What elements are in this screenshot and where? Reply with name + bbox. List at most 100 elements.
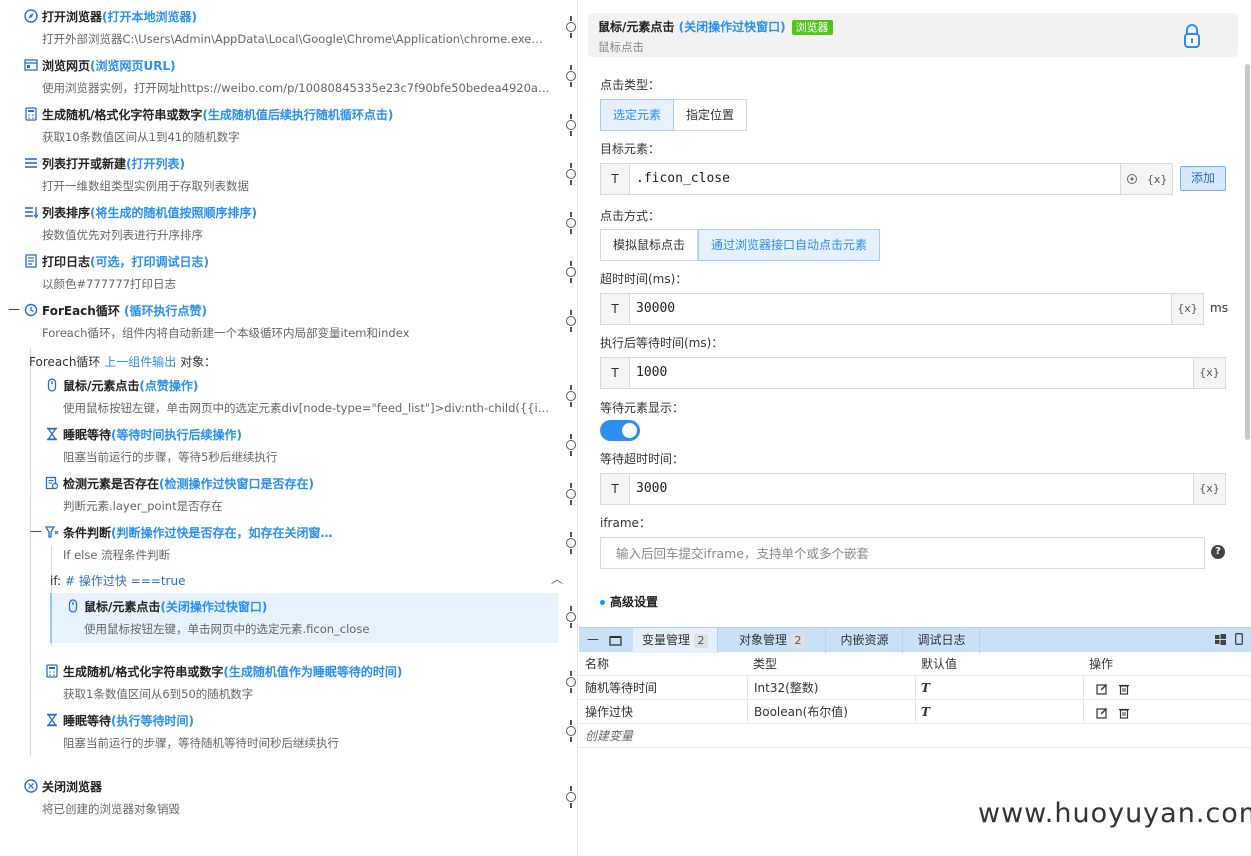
step-title: 睡眠等待(等待时间执行后续操作): [63, 428, 242, 442]
var-default[interactable]: T: [915, 676, 1083, 700]
edit-icon[interactable]: [1096, 707, 1108, 719]
properties-title: 鼠标/元素点击 (关闭操作过快窗口) 浏览器: [598, 18, 833, 35]
step-connector[interactable]: [566, 261, 576, 283]
restore-icon[interactable]: [609, 635, 622, 646]
step-desc: Foreach循环，组件内将自动新建一个本级循环内局部变量item和index: [42, 326, 410, 340]
wait-timeout-field[interactable]: T 3000 {x}: [600, 473, 1226, 505]
timeout-value[interactable]: 30000: [630, 294, 1171, 324]
step-desc: 打开外部浏览器C:\Users\Admin\AppData\Local\Goog…: [42, 32, 547, 46]
table-row[interactable]: 操作过快 Boolean(布尔值) T: [579, 700, 1251, 724]
step-title: 条件判断(判断操作过快是否存在，如存在关闭窗…: [63, 526, 333, 540]
step-connector[interactable]: [566, 483, 576, 505]
collapse-foreach-toggle[interactable]: —: [8, 302, 20, 316]
delete-icon[interactable]: [1118, 707, 1130, 719]
step-desc: 阻塞当前运行的步骤，等待随机等待时间秒后继续执行: [63, 736, 339, 750]
variable-insert-button[interactable]: {x}: [1171, 294, 1203, 324]
iframe-label: iframe：: [600, 516, 651, 530]
properties-header: 鼠标/元素点击 (关闭操作过快窗口) 浏览器 鼠标点击: [588, 13, 1238, 57]
text-type-prefix[interactable]: T: [601, 164, 630, 194]
step-connector[interactable]: [566, 606, 576, 628]
target-element-value[interactable]: .ficon_close: [630, 164, 1120, 194]
step-desc: 打开一维数组类型实例用于存取列表数据: [42, 179, 249, 193]
watermark: www.huoyuyan.com: [978, 798, 1251, 829]
step-desc: 使用鼠标按钮左键，单击网页中的选定元素div[node-type="feed_l…: [63, 401, 553, 415]
step-title: 检测元素是否存在(检测操作过快窗口是否存在): [63, 477, 314, 491]
add-element-button[interactable]: 添加: [1180, 166, 1226, 191]
var-type[interactable]: Int32(整数): [747, 676, 915, 700]
calculator-icon: [46, 664, 58, 678]
foreach-source-link[interactable]: 上一组件输出: [104, 355, 176, 369]
var-name[interactable]: 操作过快: [585, 700, 633, 724]
step-desc: 阻塞当前运行的步骤，等待5秒后继续执行: [63, 450, 278, 464]
table-row[interactable]: 随机等待时间 Int32(整数) T: [579, 676, 1251, 700]
collapse-condition-toggle[interactable]: —: [30, 524, 42, 538]
text-type-prefix[interactable]: T: [601, 474, 630, 504]
step-connector[interactable]: [566, 65, 576, 87]
step-connector[interactable]: [566, 786, 576, 808]
tab-variables[interactable]: 变量管理 2: [633, 628, 718, 653]
timeout-field[interactable]: T 30000 {x}: [600, 293, 1204, 325]
after-wait-field[interactable]: T 1000 {x}: [600, 357, 1226, 389]
compass-icon: [24, 9, 38, 23]
tab-objects[interactable]: 对象管理 2: [719, 628, 826, 653]
create-variable-link[interactable]: 创建变量: [585, 724, 633, 748]
step-connector[interactable]: [566, 385, 576, 407]
tab-embedded-resources[interactable]: 内嵌资源: [827, 628, 903, 653]
crosshair-icon[interactable]: [1126, 173, 1138, 185]
scrollbar[interactable]: [1245, 64, 1250, 440]
var-name[interactable]: 随机等待时间: [585, 676, 657, 700]
step-connector[interactable]: [566, 16, 576, 38]
browser-window-icon: [24, 59, 38, 71]
check-element-icon: [45, 476, 59, 490]
step-title: 生成随机/格式化字符串或数字(生成随机值后续执行随机循环点击): [42, 108, 394, 122]
step-connector[interactable]: [566, 671, 576, 693]
step-connector[interactable]: [566, 310, 576, 332]
windows-icon[interactable]: [1214, 634, 1226, 645]
step-desc: 获取10条数值区间从1到41的随机数字: [42, 130, 240, 144]
text-type-prefix[interactable]: T: [601, 358, 630, 388]
wait-show-toggle[interactable]: [600, 420, 640, 441]
delete-icon[interactable]: [1118, 683, 1130, 695]
step-connector[interactable]: [566, 532, 576, 554]
step-title: 列表排序(将生成的随机值按照顺序排序): [42, 206, 257, 220]
hourglass-icon: [47, 427, 57, 441]
step-desc: 获取1条数值区间从6到50的随机数字: [63, 687, 254, 701]
click-type-selected-element[interactable]: 选定元素: [600, 99, 675, 131]
timeout-unit: ms: [1210, 301, 1228, 315]
help-icon[interactable]: ?: [1211, 545, 1225, 559]
create-variable-row[interactable]: 创建变量: [579, 724, 1251, 748]
click-type-position[interactable]: 指定位置: [674, 99, 748, 131]
mobile-icon[interactable]: [1235, 633, 1243, 645]
variable-insert-button[interactable]: {x}: [1147, 173, 1168, 186]
variable-insert-button[interactable]: {x}: [1193, 474, 1225, 504]
toggle-knob: [622, 423, 637, 438]
minimize-icon[interactable]: —: [587, 632, 599, 646]
if-condition-label: if: # 操作过快 ===true: [50, 574, 186, 588]
chevron-up-icon[interactable]: ︿: [551, 570, 563, 587]
target-element-field[interactable]: T .ficon_close {x}: [600, 163, 1173, 195]
target-element-suffix: {x}: [1120, 164, 1172, 194]
step-connector[interactable]: [566, 434, 576, 456]
edit-icon[interactable]: [1096, 683, 1108, 695]
wait-timeout-value[interactable]: 3000: [630, 474, 1193, 504]
lock-icon[interactable]: [1183, 23, 1201, 49]
mouse-icon: [68, 599, 78, 613]
iframe-field[interactable]: [600, 537, 1205, 569]
tab-debug-log[interactable]: 调试日志: [904, 628, 980, 653]
click-type-label: 点击类型：: [600, 78, 661, 92]
text-type-prefix[interactable]: T: [601, 294, 630, 324]
step-connector[interactable]: [566, 114, 576, 136]
list-icon: [25, 158, 37, 168]
var-default[interactable]: T: [915, 700, 1083, 724]
if-expression-link[interactable]: # 操作过快 ===true: [65, 574, 185, 588]
iframe-input[interactable]: [601, 538, 1204, 568]
step-connector[interactable]: [566, 720, 576, 742]
step-connector[interactable]: [566, 212, 576, 234]
step-connector[interactable]: [566, 163, 576, 185]
variable-insert-button[interactable]: {x}: [1193, 358, 1225, 388]
var-type[interactable]: Boolean(布尔值): [747, 700, 915, 724]
click-method-browser-api[interactable]: 通过浏览器接口自动点击元素: [698, 229, 881, 261]
after-wait-value[interactable]: 1000: [630, 358, 1193, 388]
advanced-settings-toggle[interactable]: 高级设置: [600, 593, 658, 610]
click-method-simulate[interactable]: 模拟鼠标点击: [600, 229, 699, 261]
